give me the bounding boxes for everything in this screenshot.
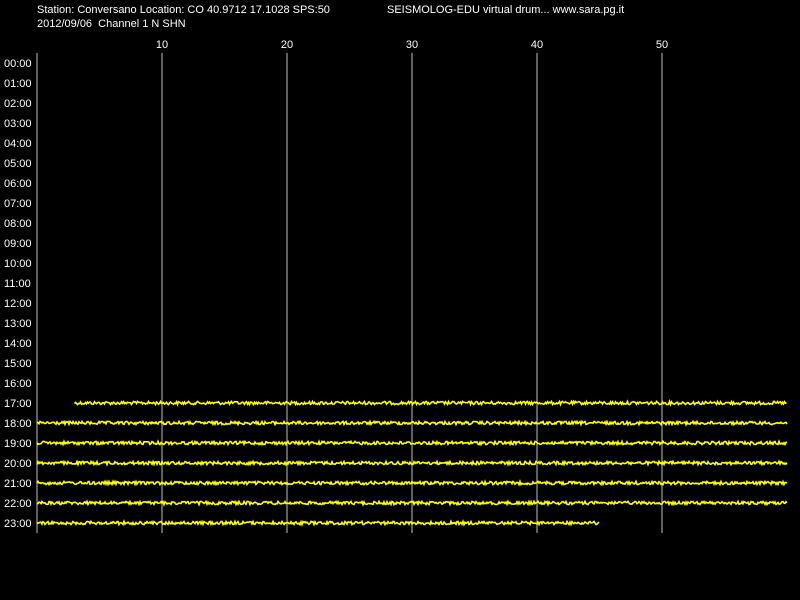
hour-label-1800: 18:00 [4,418,32,430]
hour-label-1200: 12:00 [4,298,32,310]
hour-label-1500: 15:00 [4,358,32,370]
x-tick-label-20: 20 [281,39,293,51]
seismogram-drum-plot: 10 20 30 40 50 00:00 01:00 02:00 03:00 04:00 05:00… [4,39,788,533]
hour-label-1400: 14:00 [4,338,32,350]
seismic-trace-1700 [73,398,787,407]
seismic-trace-2300 [36,519,600,528]
x-tick-label-50: 50 [656,39,668,51]
hour-label-0300: 03:00 [4,118,32,130]
x-tick-label-30: 30 [406,39,418,51]
hour-label-1600: 16:00 [4,378,32,390]
hour-label-0000: 00:00 [4,58,32,70]
hour-label-1100: 11:00 [4,278,31,290]
hour-label-0700: 07:00 [4,198,32,210]
x-tick-label-40: 40 [531,39,543,51]
hour-label-1300: 13:00 [4,318,32,330]
hour-label-2300: 23:00 [4,518,32,530]
hour-label-0200: 02:00 [4,98,32,110]
hour-label-2000: 20:00 [4,458,32,470]
hour-label-0100: 01:00 [4,78,32,90]
hour-label-1000: 10:00 [4,258,32,270]
hour-label-0900: 09:00 [4,238,32,250]
x-tick-label-10: 10 [156,39,168,51]
hour-label-0600: 06:00 [4,178,32,190]
hour-label-1700: 17:00 [4,398,32,410]
hour-label-1900: 19:00 [4,438,32,450]
hour-label-0400: 04:00 [4,138,32,150]
hour-label-2100: 21:00 [4,478,32,490]
hour-label-2200: 22:00 [4,498,32,510]
hour-label-0500: 05:00 [4,158,32,170]
hour-label-0800: 08:00 [4,218,32,230]
